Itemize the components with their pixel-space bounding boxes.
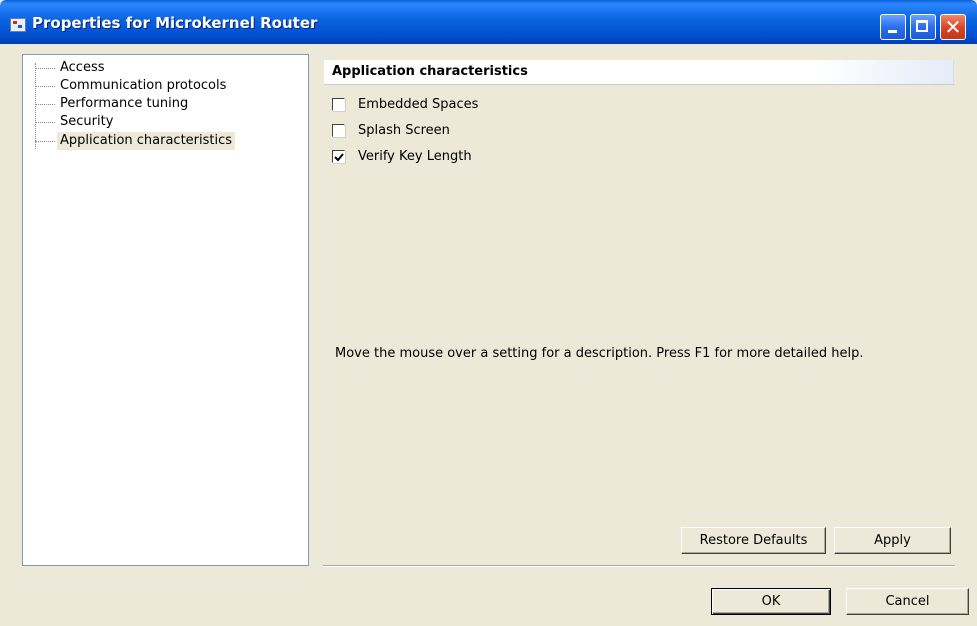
tree-item-label: Performance tuning [60, 96, 189, 111]
verify-key-length-checkbox[interactable] [332, 150, 345, 163]
app-window-icon [10, 18, 26, 32]
tree-branch [35, 104, 55, 105]
title-bar[interactable]: Properties for Microkernel Router ✕ [0, 0, 977, 44]
cancel-button[interactable]: Cancel [846, 588, 969, 615]
tree-item-label: Application characteristics [57, 132, 236, 150]
checkmark-icon [334, 153, 344, 162]
checkbox-label: Verify Key Length [358, 149, 472, 164]
minimize-button[interactable] [880, 14, 906, 40]
tree-item-label: Access [60, 60, 105, 75]
tree-connector [35, 63, 36, 149]
preferences-tree[interactable]: Access Communication protocols Performan… [22, 54, 309, 566]
tree-item-label: Security [60, 114, 114, 129]
properties-dialog: Properties for Microkernel Router ✕ Acce… [0, 0, 977, 626]
checkbox-label: Embedded Spaces [358, 97, 479, 112]
close-icon: ✕ [944, 15, 962, 39]
separator [323, 565, 955, 567]
maximize-button[interactable] [910, 14, 936, 40]
checkbox-label: Splash Screen [358, 123, 450, 138]
tree-branch [35, 68, 55, 69]
maximize-icon [916, 20, 928, 32]
tree-branch [35, 122, 55, 123]
tree-branch [35, 141, 55, 142]
tree-item-label: Communication protocols [60, 78, 227, 93]
close-button[interactable]: ✕ [940, 14, 966, 40]
splash-screen-checkbox[interactable] [332, 124, 345, 137]
embedded-spaces-checkbox[interactable] [332, 98, 345, 111]
restore-defaults-button[interactable]: Restore Defaults [681, 527, 826, 554]
ok-button[interactable]: OK [711, 588, 831, 615]
window-title: Properties for Microkernel Router [32, 14, 318, 32]
page-title: Application characteristics [332, 64, 528, 79]
page-header: Application characteristics [324, 60, 954, 85]
apply-button[interactable]: Apply [834, 527, 951, 554]
help-description: Move the mouse over a setting for a desc… [335, 346, 864, 361]
minimize-icon [888, 30, 897, 33]
tree-branch [35, 86, 55, 87]
